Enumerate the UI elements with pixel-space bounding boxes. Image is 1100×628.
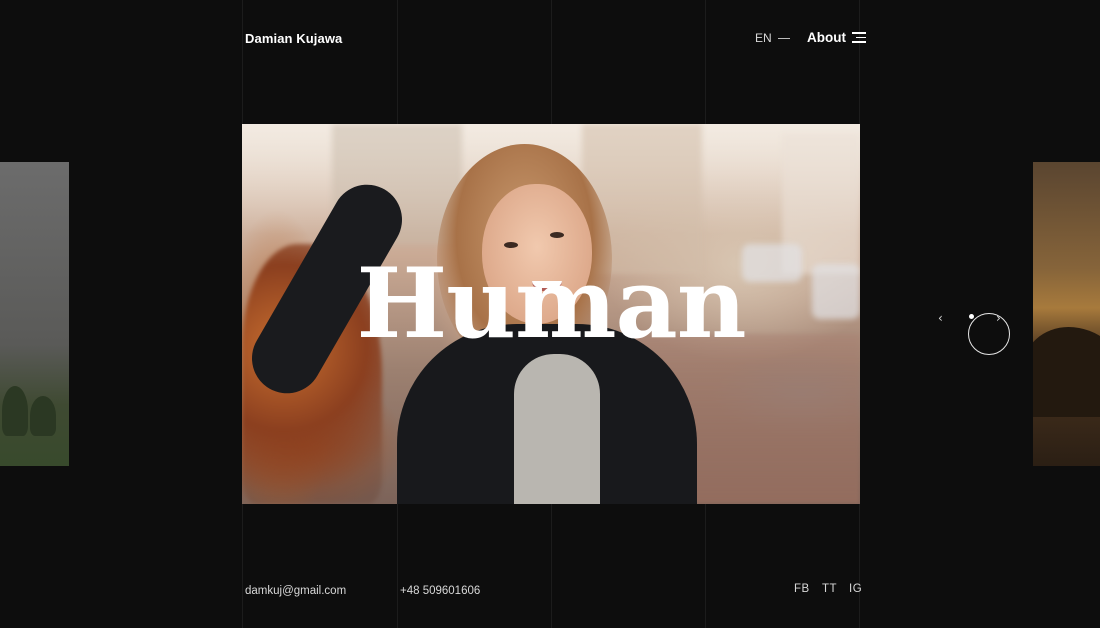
- hero-sweater: [514, 354, 600, 504]
- slide-title: Human: [356, 247, 746, 360]
- social-link-facebook[interactable]: FB: [794, 583, 810, 595]
- slide-progress-dot: [969, 314, 974, 319]
- language-dash-icon: [777, 37, 790, 39]
- slide-progress-ring[interactable]: [968, 313, 1010, 355]
- language-label: EN: [755, 31, 772, 45]
- tree-shape: [30, 396, 56, 436]
- tree-shape: [2, 386, 28, 436]
- social-link-tiktok[interactable]: TT: [822, 583, 837, 595]
- chevron-left-icon[interactable]: ‹: [938, 311, 943, 325]
- phone-link[interactable]: +48 509601606: [400, 585, 480, 597]
- brand-logo[interactable]: Damian Kujawa: [245, 31, 342, 46]
- menu-icon: [851, 32, 866, 43]
- social-link-instagram[interactable]: IG: [849, 583, 862, 595]
- previous-slide-preview[interactable]: [0, 162, 69, 466]
- about-label: About: [807, 30, 846, 45]
- hero-eye: [550, 232, 564, 238]
- about-menu-button[interactable]: About: [807, 30, 866, 45]
- hero-image[interactable]: Human: [242, 124, 860, 504]
- chevron-right-icon[interactable]: ›: [996, 311, 1001, 325]
- language-switcher[interactable]: EN: [755, 31, 790, 45]
- email-link[interactable]: damkuj@gmail.com: [245, 585, 346, 597]
- next-slide-preview[interactable]: [1033, 162, 1100, 466]
- hill-shape: [1033, 327, 1100, 417]
